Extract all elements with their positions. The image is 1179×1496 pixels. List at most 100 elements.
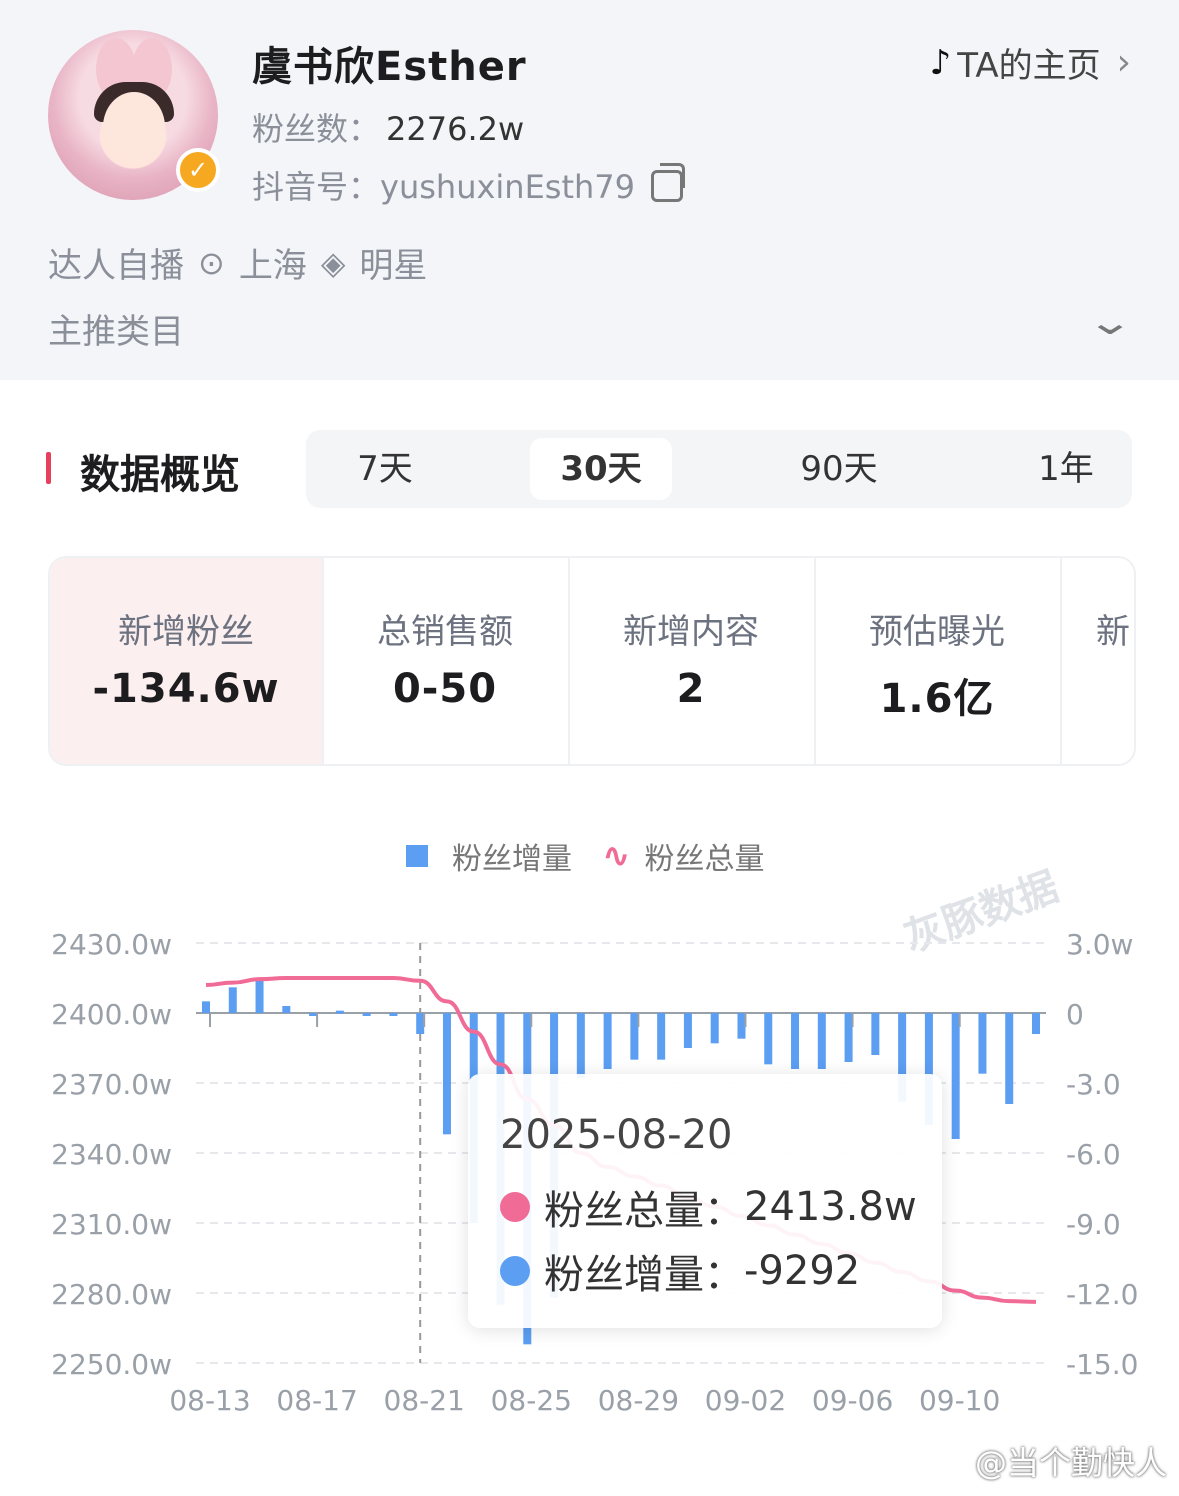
tiktok-icon: ♪ bbox=[929, 42, 952, 83]
y-right-tick-label: 0 bbox=[1066, 998, 1084, 1031]
y-left-tick-label: 2430.0w bbox=[51, 928, 172, 961]
home-link[interactable]: ♪ TA的主页 › bbox=[930, 38, 1132, 87]
bar bbox=[362, 1013, 371, 1016]
bar bbox=[442, 1013, 451, 1135]
home-link-label: TA的主页 bbox=[957, 46, 1101, 86]
location-pin-icon: ⊙ bbox=[198, 243, 225, 282]
avatar-face bbox=[103, 92, 165, 162]
copy-icon[interactable] bbox=[651, 163, 686, 202]
kpi-strip: 新增粉丝 -134.6w 总销售额 0-50 新增内容 2 预估曝光 1.6亿 … bbox=[48, 556, 1136, 766]
x-tick-label: 08-29 bbox=[598, 1384, 679, 1417]
profile-name: 虞书欣Esther bbox=[252, 44, 527, 90]
x-tick-label: 08-25 bbox=[491, 1384, 572, 1417]
tooltip-total-value: 2413.8w bbox=[744, 1184, 917, 1230]
bar bbox=[817, 1013, 826, 1069]
chart-legend: 粉丝增量 ∿ 粉丝总量 bbox=[406, 834, 765, 878]
douyin-id-row: 抖音号：yushuxinEsth79 bbox=[252, 162, 686, 208]
y-left-tick-label: 2340.0w bbox=[51, 1138, 172, 1171]
bar bbox=[389, 1013, 398, 1016]
y-left-tick-label: 2310.0w bbox=[51, 1208, 172, 1241]
kpi-new-fans[interactable]: 新增粉丝 -134.6w bbox=[50, 558, 324, 764]
bar bbox=[764, 1013, 773, 1065]
legend-bar-label[interactable]: 粉丝增量 bbox=[452, 834, 572, 878]
tag-type: 达人自播 bbox=[48, 246, 184, 286]
chart-tooltip: 2025-08-20 粉丝总量： 2413.8w 粉丝增量： -9292 bbox=[468, 1074, 942, 1328]
bar bbox=[576, 1013, 585, 1079]
kpi-label: 新 bbox=[1096, 612, 1130, 652]
kpi-partial[interactable]: 新 bbox=[1060, 558, 1134, 764]
y-right-tick-label: -6.0 bbox=[1066, 1138, 1121, 1171]
bar bbox=[1005, 1013, 1014, 1104]
tab-7d[interactable]: 7天 bbox=[320, 438, 450, 500]
tooltip-total-label: 粉丝总量： bbox=[544, 1188, 744, 1234]
bar bbox=[255, 980, 264, 1013]
bar bbox=[951, 1013, 960, 1139]
y-left-tick-label: 2250.0w bbox=[51, 1348, 172, 1381]
kpi-exposure[interactable]: 预估曝光 1.6亿 bbox=[814, 558, 1062, 764]
legend-line-label[interactable]: 粉丝总量 bbox=[645, 834, 765, 878]
tab-30d[interactable]: 30天 bbox=[530, 438, 672, 500]
y-right-tick-label: -12.0 bbox=[1066, 1278, 1138, 1311]
section-title: 数据概览 bbox=[80, 452, 240, 498]
bar bbox=[657, 1013, 666, 1060]
kpi-new-content[interactable]: 新增内容 2 bbox=[568, 558, 816, 764]
x-tick-label: 08-21 bbox=[384, 1384, 465, 1417]
bar bbox=[202, 1001, 210, 1013]
tag-location: 上海 bbox=[238, 246, 307, 286]
footer-watermark: @当个勤快人 bbox=[974, 1444, 1167, 1482]
tag-role: 明星 bbox=[359, 246, 428, 286]
bar bbox=[335, 1010, 344, 1014]
tooltip-delta-value: -9292 bbox=[744, 1248, 861, 1294]
category-label: 主推类目 bbox=[48, 312, 184, 352]
kpi-label: 新增粉丝 bbox=[118, 612, 254, 652]
y-right-tick-label: 3.0w bbox=[1066, 928, 1133, 961]
tooltip-delta-dot bbox=[500, 1256, 530, 1286]
fans-value: 2276.2w bbox=[386, 110, 525, 148]
douyin-id-label: 抖音号： bbox=[252, 168, 381, 206]
tooltip-delta-label: 粉丝增量： bbox=[544, 1252, 744, 1298]
bar bbox=[630, 1013, 639, 1060]
kpi-value: 0-50 bbox=[392, 666, 498, 712]
douyin-id-value: yushuxinEsth79 bbox=[380, 168, 636, 206]
legend-bar-swatch bbox=[406, 845, 428, 867]
profile-tags: 达人自播 ⊙ 上海 ◈ 明星 bbox=[48, 238, 427, 287]
kpi-value: -134.6w bbox=[92, 666, 280, 712]
y-left-tick-label: 2370.0w bbox=[51, 1068, 172, 1101]
kpi-value: 2 bbox=[676, 666, 706, 712]
y-right-tick-label: -15.0 bbox=[1066, 1348, 1138, 1381]
kpi-total-sales[interactable]: 总销售额 0-50 bbox=[322, 558, 570, 764]
bar bbox=[791, 1013, 800, 1069]
bar bbox=[978, 1013, 987, 1074]
bar bbox=[737, 1013, 746, 1039]
bar bbox=[871, 1013, 880, 1055]
chevron-right-icon: › bbox=[1116, 42, 1131, 83]
bar bbox=[228, 987, 237, 1013]
tab-90d[interactable]: 90天 bbox=[772, 438, 906, 500]
bar bbox=[603, 1013, 612, 1069]
bar bbox=[416, 1013, 425, 1034]
fans-label: 粉丝数： bbox=[252, 110, 381, 148]
kpi-label: 预估曝光 bbox=[869, 612, 1005, 652]
tab-1y[interactable]: 1年 bbox=[1006, 438, 1126, 500]
kpi-value: 1.6亿 bbox=[879, 676, 995, 722]
chevron-down-icon[interactable]: ⌄ bbox=[1086, 302, 1134, 343]
fans-row: 粉丝数： 2276.2w bbox=[252, 104, 524, 150]
tooltip-delta-row: 粉丝增量： -9292 bbox=[500, 1242, 860, 1300]
x-tick-label: 09-06 bbox=[812, 1384, 893, 1417]
y-right-tick-label: -9.0 bbox=[1066, 1208, 1121, 1241]
bar bbox=[683, 1013, 692, 1048]
section-accent-bar bbox=[46, 452, 51, 484]
y-left-tick-label: 2280.0w bbox=[51, 1278, 172, 1311]
x-tick-label: 09-02 bbox=[705, 1384, 786, 1417]
legend-line-swatch: ∿ bbox=[602, 836, 631, 876]
period-tabs: 7天 30天 90天 1年 bbox=[306, 430, 1132, 508]
bar bbox=[1032, 1013, 1040, 1034]
tooltip-total-row: 粉丝总量： 2413.8w bbox=[500, 1178, 917, 1236]
tooltip-date: 2025-08-20 bbox=[500, 1112, 733, 1158]
kpi-label: 新增内容 bbox=[623, 612, 759, 652]
bar bbox=[309, 1013, 318, 1016]
bar bbox=[710, 1013, 719, 1044]
verified-icon: ✓ bbox=[176, 148, 220, 192]
kpi-label: 总销售额 bbox=[377, 612, 513, 652]
x-tick-label: 08-13 bbox=[169, 1384, 250, 1417]
